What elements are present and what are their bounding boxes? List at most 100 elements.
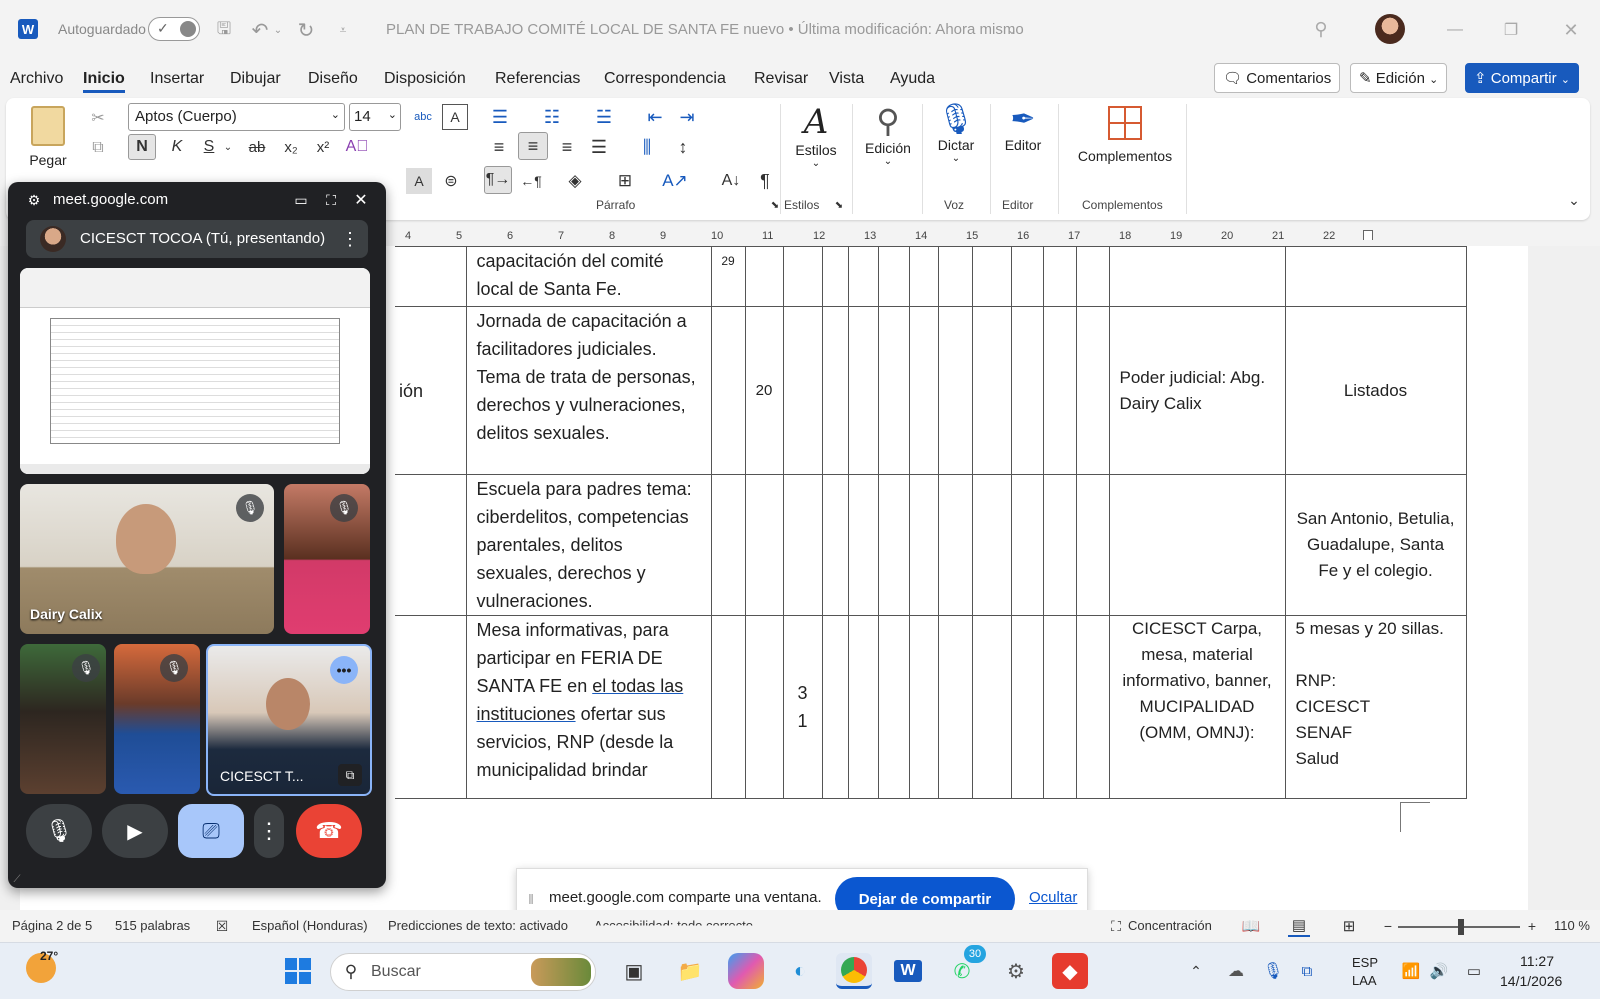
avatar[interactable] bbox=[1375, 14, 1405, 44]
table-cell[interactable] bbox=[395, 246, 467, 307]
editor-button[interactable]: ✒ Editor bbox=[996, 102, 1050, 188]
site-settings-icon[interactable]: ⚙ bbox=[24, 190, 44, 210]
table-cell[interactable] bbox=[971, 615, 1012, 799]
close-icon[interactable]: ✕ bbox=[350, 189, 372, 211]
activity-cell[interactable]: capacitación del comité local de Santa F… bbox=[465, 246, 712, 307]
bold-button[interactable]: N bbox=[128, 134, 156, 160]
tab-archivo[interactable]: Archivo bbox=[10, 70, 63, 88]
align-right-icon[interactable]: ≡ bbox=[554, 134, 580, 160]
camera-icon[interactable]: ▭ bbox=[290, 189, 312, 211]
microphone-button[interactable]: 🎙 bbox=[26, 804, 92, 858]
table-cell[interactable] bbox=[710, 474, 746, 616]
self-view-tile[interactable]: ••• CICESCT T... ⧉ bbox=[206, 644, 372, 796]
table-cell[interactable] bbox=[1042, 474, 1077, 616]
minimize-icon[interactable]: — bbox=[1440, 16, 1470, 44]
font-name-select[interactable]: Aptos (Cuerpo) ⌄ bbox=[128, 103, 345, 131]
decrease-indent-icon[interactable]: ⇤ bbox=[642, 104, 668, 130]
table-cell[interactable] bbox=[937, 306, 973, 475]
table-cell[interactable] bbox=[971, 246, 1012, 307]
table-cell[interactable] bbox=[877, 615, 910, 799]
chevron-down-icon[interactable]: ⌄ bbox=[272, 18, 284, 42]
more-options-button[interactable]: ⋮ bbox=[254, 804, 284, 858]
table-cell[interactable] bbox=[847, 615, 879, 799]
character-border-icon[interactable]: ⊜ bbox=[438, 168, 464, 194]
table-cell[interactable] bbox=[782, 306, 823, 475]
increase-indent-icon[interactable]: ⇥ bbox=[674, 104, 700, 130]
focus-mode[interactable]: Concentración bbox=[1128, 918, 1212, 933]
onedrive-icon[interactable]: ☁ bbox=[1224, 959, 1248, 983]
table-cell[interactable] bbox=[821, 306, 849, 475]
screen-capture-icon[interactable]: ⧉ bbox=[1296, 959, 1318, 983]
editing-mode-button[interactable]: ✎ Edición ⌄ bbox=[1350, 63, 1448, 93]
chevron-down-icon[interactable]: ⌄ bbox=[222, 134, 234, 160]
table-cell[interactable] bbox=[1075, 246, 1110, 307]
ruler-indent-marker[interactable] bbox=[1363, 230, 1373, 240]
superscript-icon[interactable]: x² bbox=[310, 134, 336, 160]
table-cell[interactable] bbox=[821, 246, 849, 307]
anydesk-icon[interactable]: ◆ bbox=[1052, 953, 1088, 989]
table-cell[interactable] bbox=[937, 615, 973, 799]
web-layout-icon[interactable]: ⊞ bbox=[1338, 915, 1360, 937]
print-layout-icon[interactable]: ▤ bbox=[1288, 915, 1310, 937]
clock-date[interactable]: 14/1/2026 bbox=[1500, 973, 1562, 989]
table-cell[interactable] bbox=[1042, 306, 1077, 475]
align-left-icon[interactable]: ≡ bbox=[486, 134, 512, 160]
share-button[interactable]: ⇪ Compartir ⌄ bbox=[1465, 63, 1579, 93]
zoom-in-icon[interactable]: + bbox=[1524, 916, 1540, 936]
italic-button[interactable]: K bbox=[164, 134, 190, 160]
table-cell[interactable] bbox=[847, 306, 879, 475]
justify-icon[interactable]: ☰ bbox=[586, 134, 612, 160]
table-cell[interactable] bbox=[847, 246, 879, 307]
participant-tile[interactable]: 🎙 bbox=[114, 644, 200, 794]
zoom-level[interactable]: 110 % bbox=[1554, 918, 1590, 933]
word-app-icon[interactable]: W bbox=[18, 19, 38, 39]
table-cell[interactable] bbox=[1075, 474, 1110, 616]
zoom-slider[interactable] bbox=[1398, 919, 1520, 935]
activity-cell[interactable]: Escuela para padres tema: ciberdelitos, … bbox=[465, 474, 712, 616]
tab-correspondencia[interactable]: Correspondencia bbox=[604, 70, 726, 88]
strikethrough-icon[interactable]: ab bbox=[244, 134, 270, 160]
table-cell[interactable] bbox=[908, 615, 939, 799]
battery-icon[interactable]: ▭ bbox=[1460, 959, 1488, 983]
more-options-icon[interactable]: ••• bbox=[330, 656, 358, 684]
whatsapp-icon[interactable]: ✆ 30 bbox=[944, 945, 986, 989]
table-cell[interactable] bbox=[1010, 306, 1044, 475]
table-cell[interactable] bbox=[847, 474, 879, 616]
tab-dibujar[interactable]: Dibujar bbox=[230, 70, 281, 88]
addins-button[interactable]: Complementos bbox=[1070, 102, 1180, 188]
table-cell[interactable] bbox=[877, 246, 910, 307]
input-language-1[interactable]: ESP bbox=[1352, 955, 1378, 970]
zoom-slider-thumb[interactable] bbox=[1458, 919, 1464, 935]
clear-format-icon[interactable]: A⃥ bbox=[344, 134, 370, 160]
table-cell[interactable] bbox=[937, 474, 973, 616]
table-cell[interactable] bbox=[1010, 474, 1044, 616]
pip-expand-icon[interactable]: ⧉ bbox=[338, 764, 362, 786]
table-cell[interactable] bbox=[744, 615, 784, 799]
chevron-up-icon[interactable]: ⌃ bbox=[1186, 959, 1206, 983]
presenter-bar[interactable]: CICESCT TOCOA (Tú, presentando) ⋮ bbox=[26, 220, 368, 258]
title-chevron-icon[interactable]: ⌄ bbox=[1004, 18, 1020, 42]
text-effects-icon[interactable]: A bbox=[406, 168, 432, 194]
microphone-icon[interactable]: 🎙 bbox=[1262, 959, 1284, 983]
verification-cell[interactable]: San Antonio, Betulia, Guadalupe, Santa F… bbox=[1284, 474, 1467, 616]
table-cell[interactable] bbox=[971, 474, 1012, 616]
proofing-icon[interactable]: ☒ bbox=[212, 916, 232, 936]
dictate-button[interactable]: 🎙 Dictar ⌄ bbox=[930, 102, 982, 188]
text-predictions[interactable]: Predicciones de texto: activado bbox=[388, 918, 568, 933]
table-cell[interactable] bbox=[1010, 615, 1044, 799]
tab-diseno[interactable]: Diseño bbox=[308, 70, 358, 88]
table-cell[interactable] bbox=[937, 246, 973, 307]
drag-handle-icon[interactable]: ‖ bbox=[525, 887, 537, 911]
tab-revisar[interactable]: Revisar bbox=[754, 70, 808, 88]
screen-share-preview[interactable] bbox=[20, 268, 370, 474]
table-cell[interactable] bbox=[1075, 306, 1110, 475]
paste-button[interactable]: Pegar bbox=[26, 106, 70, 176]
weather-widget[interactable]: 27° bbox=[26, 949, 66, 993]
tab-disposicion[interactable]: Disposición bbox=[384, 70, 466, 88]
copilot-icon[interactable] bbox=[728, 953, 764, 989]
left-cell[interactable]: ión bbox=[395, 306, 467, 475]
activity-cell[interactable]: Mesa informativas, para participar en FE… bbox=[465, 615, 712, 799]
change-case-icon[interactable]: A bbox=[442, 104, 468, 130]
line-spacing-icon[interactable]: ↕ bbox=[670, 134, 696, 160]
editing-button[interactable]: ⚲ Edición ⌄ bbox=[858, 102, 918, 188]
